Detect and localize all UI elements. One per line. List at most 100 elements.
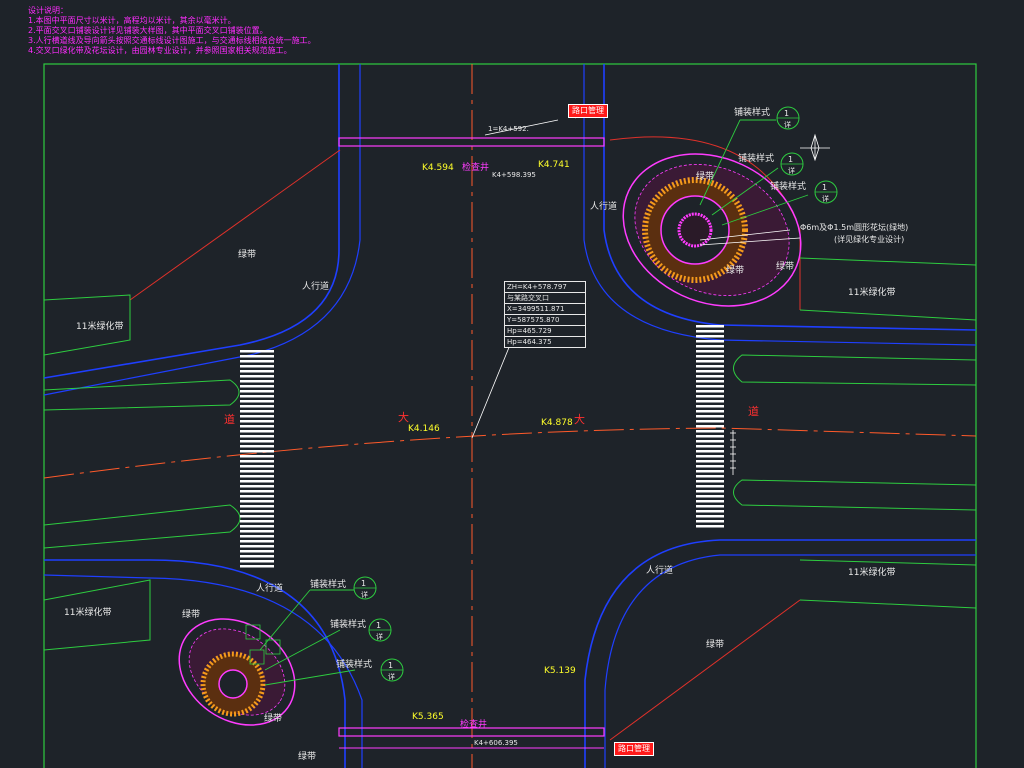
design-notes: 设计说明： 1.本图中平面尺寸以米计，高程均以米计，其余以毫米计。 2.平面交叉…: [28, 6, 316, 56]
tag-bottom: 路口管理: [614, 742, 654, 756]
info-row: 与某路交叉口: [505, 293, 585, 304]
station-bottom: K5.139: [544, 666, 576, 676]
label-green-belt-ne-top: 绿带: [696, 172, 715, 182]
crosswalk-stripe: [696, 340, 724, 343]
crosswalk-stripe: [240, 355, 274, 358]
crosswalk-stripe: [240, 470, 274, 473]
crosswalk-stripe: [240, 405, 274, 408]
crosswalk-stripe: [240, 435, 274, 438]
crosswalk-stripe: [696, 370, 724, 373]
station-center: K4.878: [541, 418, 573, 428]
info-row: Hp=465.729: [505, 326, 585, 337]
label-greening-belt-ne: 11米绿化带: [848, 288, 896, 298]
crosswalk-stripe: [696, 365, 724, 368]
crosswalk-stripe: [240, 495, 274, 498]
crosswalk-stripe: [240, 445, 274, 448]
cad-intersection-drawing: [0, 0, 1024, 768]
crosswalk-stripe: [240, 400, 274, 403]
paving-callout-sw-3: 铺装样式: [336, 660, 373, 670]
note-line: 1.本图中平面尺寸以米计，高程均以米计，其余以毫米计。: [28, 16, 236, 25]
crosswalk-stripe: [696, 395, 724, 398]
paving-callout-sw-1: 铺装样式: [310, 580, 347, 590]
note-line: 3.人行横道线及导向箭头按照交通标线设计图施工，与交通标线相结合统一施工。: [28, 36, 316, 45]
crosswalk-stripe: [696, 390, 724, 393]
paving-mark-sw-1: 1: [361, 579, 367, 588]
label-green-belt-se: 绿带: [706, 640, 725, 650]
crosswalk-stripe: [696, 465, 724, 468]
crosswalk-stripe: [696, 495, 724, 498]
crosswalk-stripe: [696, 385, 724, 388]
crosswalk-stripe: [240, 465, 274, 468]
crosswalk-stripe: [696, 435, 724, 438]
info-row: X=3499511.871: [505, 304, 585, 315]
crosswalk-stripe: [696, 475, 724, 478]
crosswalk-stripe: [696, 455, 724, 458]
paving-sub-ne-2: 详: [788, 167, 795, 175]
inspection-bottom: 检查井: [460, 720, 488, 730]
info-row: ZH=K4+578.797: [505, 282, 585, 293]
crosswalk-stripe: [240, 475, 274, 478]
info-row: Y=587575.870: [505, 315, 585, 326]
label-sidewalk-nw: 人行道: [302, 282, 330, 292]
info-row: Hp=464.375: [507, 338, 552, 346]
crosswalk-stripe: [696, 505, 724, 508]
paving-sub-ne-3: 详: [822, 195, 829, 203]
paving-mark-sw-3: 1: [388, 661, 394, 670]
crosswalk-stripe: [240, 565, 274, 568]
label-green-belt-ne: 绿带: [776, 262, 795, 272]
crosswalk-stripe: [240, 480, 274, 483]
roundabout-note-1: Φ6m及Φ1.5m圆形花坛(绿地): [800, 223, 909, 232]
notes-title: 设计说明：: [28, 6, 68, 15]
intersection-info-box: ZH=K4+578.797 与某路交叉口 X=3499511.871 Y=587…: [504, 281, 586, 348]
crosswalk-stripe: [696, 325, 724, 328]
crosswalk-stripe: [240, 410, 274, 413]
crosswalk-stripe: [696, 520, 724, 523]
crosswalk-stripe: [240, 510, 274, 513]
crosswalk-stripe: [696, 425, 724, 428]
paving-mark-ne-3: 1: [822, 183, 828, 192]
station-left-mid: K4.146: [408, 424, 440, 434]
crosswalk-stripe: [240, 490, 274, 493]
crosswalk-stripe: [240, 420, 274, 423]
station-top-mid: K4+598.395: [492, 171, 536, 179]
road-name-left: 道: [224, 413, 235, 426]
road-name-center: 大: [574, 413, 585, 426]
crosswalk-stripe: [240, 360, 274, 363]
crosswalk-stripe: [696, 360, 724, 363]
crosswalk-stripe: [240, 440, 274, 443]
crosswalk-stripe: [696, 515, 724, 518]
crosswalk-stripe: [696, 510, 724, 513]
label-sidewalk-sw: 人行道: [256, 584, 284, 594]
crosswalk-stripe: [696, 400, 724, 403]
paving-mark-sw-2: 1: [376, 621, 382, 630]
crosswalk-stripe: [696, 460, 724, 463]
crosswalk-stripe: [240, 525, 274, 528]
crosswalk-stripe: [696, 405, 724, 408]
paving-callout-sw-2: 铺装样式: [330, 620, 367, 630]
label-greening-belt-sw: 11米绿化带: [64, 608, 112, 618]
paving-callout-ne-3: 铺装样式: [770, 182, 807, 192]
paving-sub-sw-2: 详: [376, 633, 383, 641]
crosswalk-stripe: [696, 485, 724, 488]
station-top-left: K4.594: [422, 163, 454, 173]
paving-callout-ne-2: 铺装样式: [738, 154, 775, 164]
crosswalk-stripe: [240, 530, 274, 533]
crosswalk-stripe: [696, 450, 724, 453]
road-name-right: 道: [748, 405, 759, 418]
station-bottom-line: K4+606.395: [474, 739, 518, 747]
crosswalk-east-stripes: [696, 325, 724, 528]
crosswalk-stripe: [240, 380, 274, 383]
crosswalk-stripe: [240, 395, 274, 398]
crosswalk-stripe: [696, 410, 724, 413]
crosswalk-stripe: [696, 525, 724, 528]
crosswalk-stripe: [240, 520, 274, 523]
inspection-top: 检查井: [462, 163, 490, 173]
crosswalk-stripe: [240, 515, 274, 518]
label-sidewalk-se: 人行道: [646, 566, 674, 576]
crosswalk-stripe: [240, 550, 274, 553]
label-green-belt-sw: 绿带: [182, 610, 201, 620]
crosswalk-stripe: [696, 335, 724, 338]
crosswalk-stripe: [696, 430, 724, 433]
crosswalk-stripe: [240, 370, 274, 373]
crosswalk-stripe: [696, 445, 724, 448]
